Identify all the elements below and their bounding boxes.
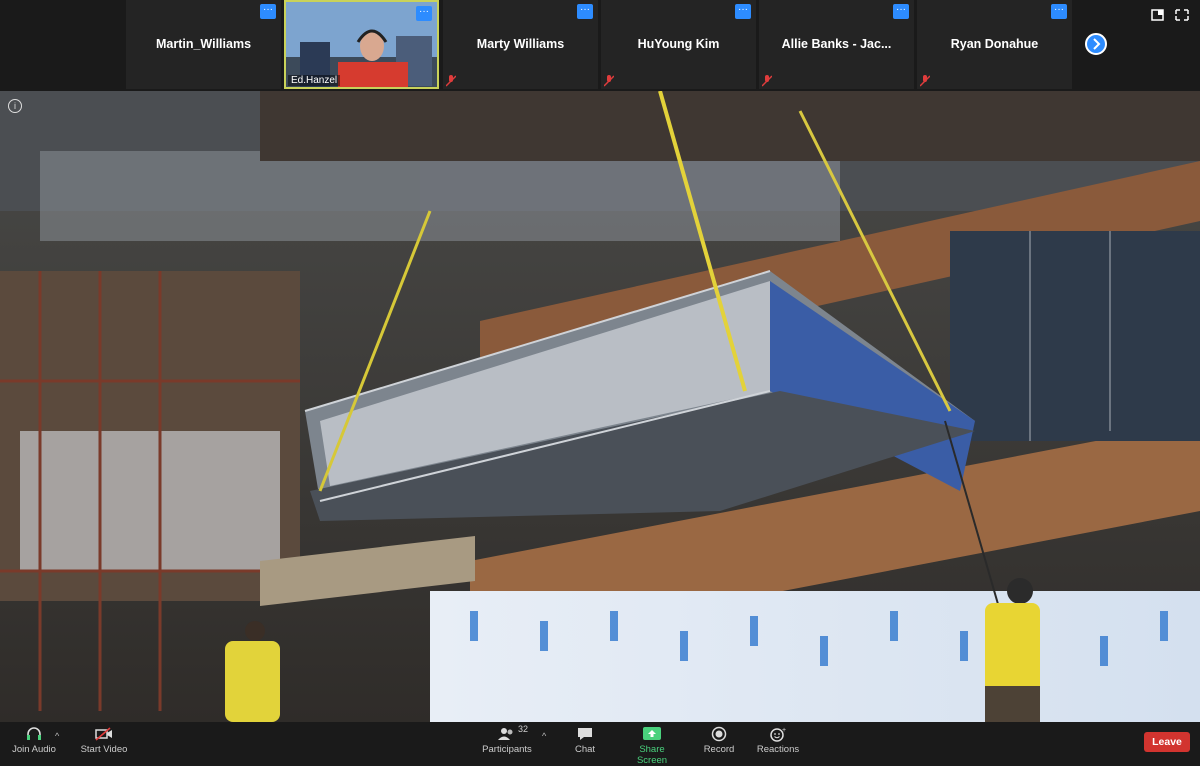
headphones-icon bbox=[27, 727, 41, 740]
more-options-button[interactable]: ··· bbox=[260, 4, 276, 19]
start-video-label: Start Video bbox=[80, 744, 128, 755]
more-options-button[interactable]: ··· bbox=[577, 4, 593, 19]
more-options-button[interactable]: ··· bbox=[1051, 4, 1067, 19]
participant-name: Allie Banks - Jac... bbox=[781, 37, 892, 51]
reactions-label: Reactions bbox=[756, 744, 800, 755]
participants-button[interactable]: 32 Participants bbox=[480, 724, 534, 755]
record-icon bbox=[711, 726, 727, 742]
share-screen-icon bbox=[643, 727, 661, 740]
leave-button[interactable]: Leave bbox=[1144, 732, 1190, 752]
chat-icon bbox=[578, 728, 592, 740]
window-controls[interactable] bbox=[1150, 8, 1190, 22]
participant-name: Ed.Hanzel bbox=[288, 75, 341, 86]
participant-tile[interactable]: Allie Banks - Jac... ··· bbox=[759, 0, 914, 89]
participant-count: 32 bbox=[518, 724, 529, 734]
chevron-up-icon[interactable]: ^ bbox=[55, 731, 59, 741]
participants-label: Participants bbox=[482, 744, 532, 755]
meeting-toolbar: Join Audio ^ Start Video 32 Participants… bbox=[0, 722, 1200, 766]
participant-strip: Martin_Williams ··· Ed.Hanzel ··· Marty … bbox=[0, 0, 1200, 91]
shared-video-stage: i bbox=[0, 91, 1200, 722]
share-screen-button[interactable]: Share Screen bbox=[624, 726, 680, 766]
participant-tile[interactable]: HuYoung Kim ··· bbox=[601, 0, 756, 89]
mic-muted-icon bbox=[762, 75, 772, 87]
participant-name: Marty Williams bbox=[476, 37, 565, 51]
join-audio-label: Join Audio bbox=[12, 744, 56, 755]
start-video-button[interactable]: Start Video bbox=[78, 726, 130, 755]
participant-name: HuYoung Kim bbox=[637, 37, 720, 51]
join-audio-button[interactable]: Join Audio bbox=[10, 726, 58, 755]
svg-text:+: + bbox=[782, 727, 786, 734]
chat-label: Chat bbox=[574, 744, 596, 755]
more-options-button[interactable]: ··· bbox=[735, 4, 751, 19]
participant-tile[interactable]: Ryan Donahue ··· bbox=[917, 0, 1072, 89]
chat-button[interactable]: Chat bbox=[570, 726, 600, 755]
reactions-icon: + bbox=[770, 727, 786, 742]
next-page-button[interactable] bbox=[1085, 33, 1107, 55]
reactions-button[interactable]: + Reactions bbox=[756, 726, 800, 755]
participant-tile[interactable]: Marty Williams ··· bbox=[443, 0, 598, 89]
chevron-right-icon bbox=[1093, 38, 1101, 50]
record-label: Record bbox=[703, 744, 735, 755]
chevron-up-icon[interactable]: ^ bbox=[542, 731, 546, 741]
participant-name: Martin_Williams bbox=[155, 37, 252, 51]
participants-icon bbox=[498, 728, 513, 740]
video-off-icon bbox=[95, 727, 112, 741]
fullscreen-icon bbox=[1175, 9, 1189, 21]
more-options-button[interactable]: ··· bbox=[893, 4, 909, 19]
record-button[interactable]: Record bbox=[700, 726, 738, 755]
participant-tile[interactable]: Martin_Williams ··· bbox=[126, 0, 281, 89]
mic-muted-icon bbox=[446, 75, 456, 87]
gallery-view-icon bbox=[1151, 9, 1164, 21]
mic-muted-icon bbox=[604, 75, 614, 87]
more-options-button[interactable]: ··· bbox=[416, 6, 432, 21]
construction-site-video bbox=[0, 91, 1200, 722]
participant-video-tile[interactable]: Ed.Hanzel ··· bbox=[284, 0, 439, 89]
share-screen-label: Share Screen bbox=[636, 744, 668, 766]
meeting-info-icon[interactable]: i bbox=[8, 99, 22, 113]
mic-muted-icon bbox=[920, 75, 930, 87]
participant-name: Ryan Donahue bbox=[950, 37, 1039, 51]
